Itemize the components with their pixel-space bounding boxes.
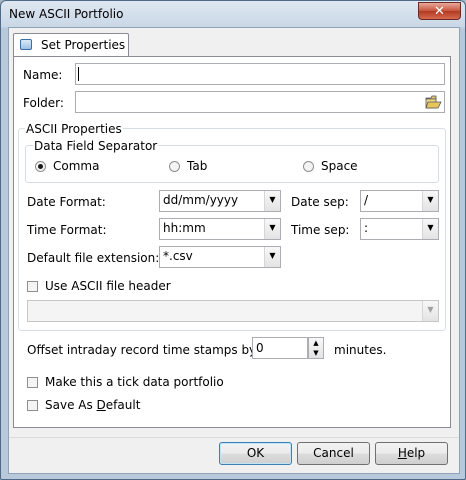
radio-tab-label: Tab [187, 159, 208, 173]
file-extension-label: Default file extension: [27, 251, 160, 265]
radio-tab[interactable]: Tab [169, 159, 269, 175]
radio-comma[interactable]: Comma [35, 159, 135, 175]
minutes-label: minutes. [334, 343, 387, 357]
file-extension-select[interactable]: *.csv ▼ [159, 246, 281, 268]
tick-portfolio-checkbox[interactable]: Make this a tick data portfolio [27, 375, 247, 391]
time-format-select[interactable]: hh:mm ▼ [159, 218, 281, 240]
time-sep-select[interactable]: : ▼ [360, 218, 439, 240]
title-bar[interactable]: New ASCII Portfolio ✕ [1, 1, 466, 27]
date-format-label: Date Format: [27, 195, 106, 209]
save-default-label: Save As Default [45, 398, 141, 412]
tab-set-properties[interactable]: Set Properties [13, 33, 129, 57]
ok-button[interactable]: OK [219, 442, 292, 465]
tick-portfolio-label: Make this a tick data portfolio [45, 375, 224, 389]
tab-label: Set Properties [41, 38, 126, 52]
name-label: Name: [23, 68, 63, 82]
time-format-value: hh:mm [163, 221, 206, 235]
window-icon [20, 39, 32, 50]
radio-space[interactable]: Space [303, 159, 403, 175]
cancel-button[interactable]: Cancel [297, 442, 370, 465]
date-sep-select[interactable]: / ▼ [360, 190, 439, 212]
chevron-down-icon[interactable]: ▼ [422, 219, 438, 239]
radio-space-button[interactable] [303, 161, 314, 172]
offset-label: Offset intraday record time stamps by [27, 343, 257, 357]
date-format-value: dd/mm/yyyy [163, 193, 239, 207]
browse-folder-button[interactable] [425, 94, 442, 110]
date-sep-label: Date sep: [291, 195, 349, 209]
offset-value: 0 [256, 341, 264, 355]
chevron-down-icon[interactable]: ▼ [264, 191, 280, 211]
chevron-down-icon[interactable]: ▼ [264, 247, 280, 267]
use-ascii-header-checkbox[interactable]: Use ASCII file header [27, 279, 227, 295]
text-cursor [78, 67, 79, 81]
close-icon: ✕ [434, 4, 445, 19]
separator-group-label: Data Field Separator [33, 139, 159, 153]
spin-down-icon[interactable]: ▼ [309, 348, 323, 358]
save-default-checkbox[interactable]: Save As Default [27, 398, 187, 414]
chevron-down-icon[interactable]: ▼ [422, 191, 438, 211]
dialog-window: New ASCII Portfolio ✕ Set Properties Nam… [0, 0, 466, 480]
window-title: New ASCII Portfolio [9, 7, 124, 21]
use-header-check-box[interactable] [27, 281, 38, 292]
chevron-down-icon[interactable]: ▼ [422, 301, 438, 321]
spin-up-icon[interactable]: ▲ [309, 338, 323, 348]
radio-comma-button[interactable] [35, 161, 46, 172]
close-button[interactable]: ✕ [418, 2, 461, 20]
radio-space-label: Space [321, 159, 358, 173]
offset-spinner[interactable]: ▲ ▼ [308, 337, 324, 359]
date-format-select[interactable]: dd/mm/yyyy ▼ [159, 190, 281, 212]
folder-input[interactable] [75, 91, 445, 113]
folder-open-icon [425, 95, 442, 109]
save-default-check-box[interactable] [27, 400, 38, 411]
radio-comma-label: Comma [53, 159, 100, 173]
ascii-properties-label: ASCII Properties [25, 122, 123, 136]
use-header-label: Use ASCII file header [45, 279, 171, 293]
name-input[interactable] [75, 63, 445, 85]
header-select[interactable]: ▼ [27, 300, 439, 322]
radio-selected-dot [38, 164, 43, 169]
folder-label: Folder: [23, 96, 64, 110]
time-format-label: Time Format: [27, 223, 107, 237]
tick-check-box[interactable] [27, 377, 38, 388]
time-sep-value: : [364, 221, 369, 235]
offset-input[interactable]: 0 [252, 337, 308, 359]
time-sep-label: Time sep: [291, 223, 350, 237]
date-sep-value: / [364, 193, 369, 207]
radio-tab-button[interactable] [169, 161, 180, 172]
divider [9, 437, 459, 438]
help-button[interactable]: Help [375, 442, 448, 465]
chevron-down-icon[interactable]: ▼ [264, 219, 280, 239]
file-extension-value: *.csv [163, 249, 193, 263]
